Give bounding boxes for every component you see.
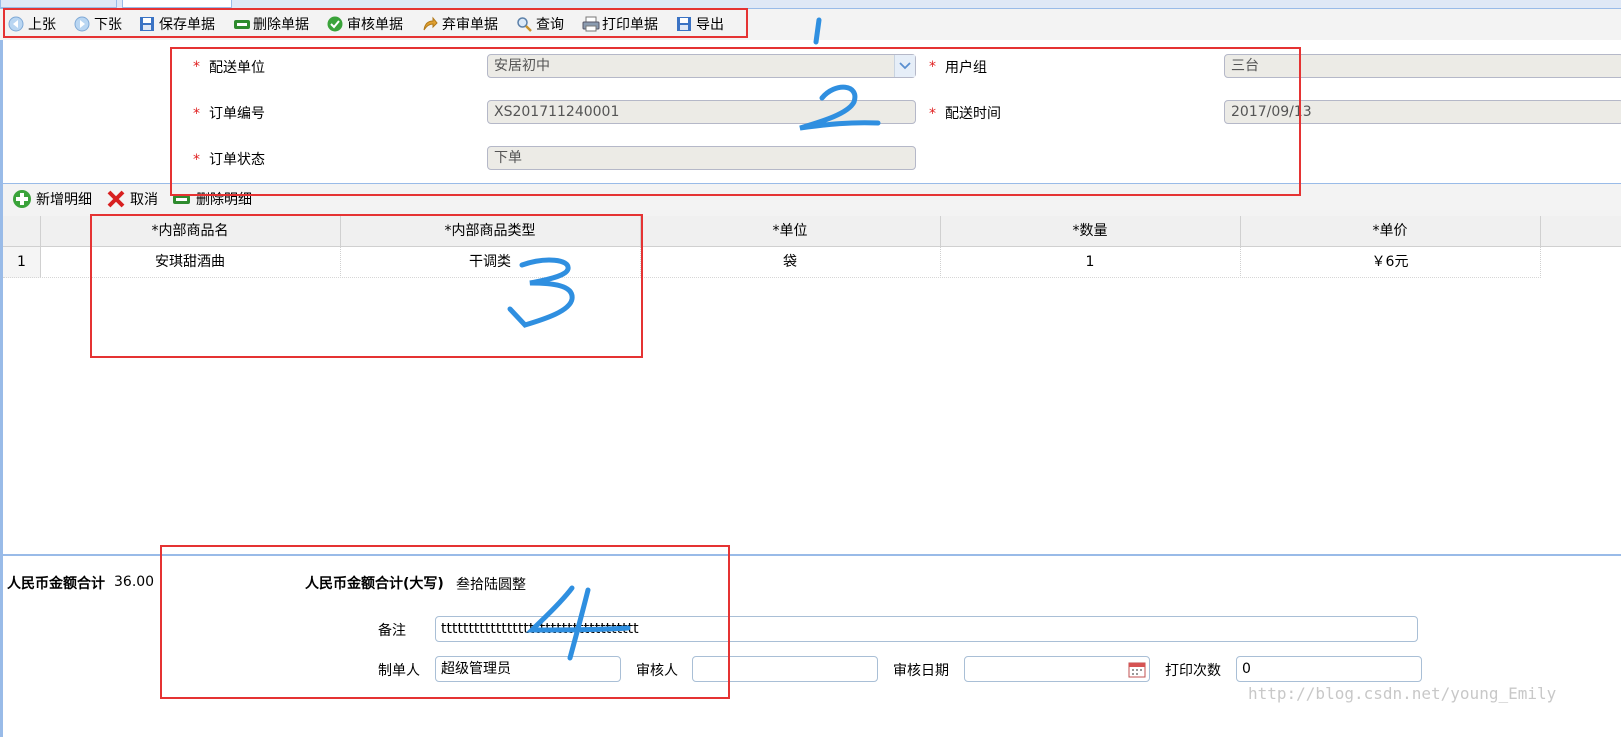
delivery-time-field[interactable]: 2017/09/13: [1224, 100, 1621, 124]
search-icon: [516, 16, 532, 32]
audit-label: 审核单据: [347, 17, 403, 33]
add-detail-button[interactable]: 新增明细: [12, 189, 92, 209]
cancel-button[interactable]: 取消: [106, 189, 158, 209]
unaudit-button[interactable]: 弃审单据: [422, 14, 498, 34]
row-number-header: [3, 216, 41, 246]
next-label: 下张: [94, 17, 122, 33]
delete-detail-label: 删除明细: [196, 192, 252, 208]
order-status-field[interactable]: 下单: [487, 146, 916, 170]
tab-inactive[interactable]: [0, 0, 117, 8]
column-header[interactable]: *单价: [1240, 216, 1541, 246]
delivery-time-label: 配送时间: [945, 106, 1001, 122]
table-cell[interactable]: ￥6元: [1240, 247, 1541, 278]
undo-icon: [422, 16, 438, 32]
user-group-label: 用户组: [945, 60, 987, 76]
export-label: 导出: [696, 17, 724, 33]
print-icon: [582, 16, 600, 32]
delete-detail-button[interactable]: 删除明细: [172, 189, 252, 209]
delete-button[interactable]: 删除单据: [233, 14, 309, 34]
required-mark: *: [929, 59, 936, 75]
reviewer-label: 审核人: [636, 663, 678, 679]
next-button[interactable]: 下张: [74, 14, 122, 34]
plus-icon: [12, 189, 32, 209]
creator-label: 制单人: [378, 663, 420, 679]
watermark: http://blog.csdn.net/young_Emily: [1248, 684, 1557, 703]
handwritten-number-1: [813, 17, 822, 45]
row-number: 1: [3, 247, 41, 278]
total-value: 36.00: [114, 574, 155, 590]
export-icon: [676, 16, 692, 32]
remark-label: 备注: [378, 623, 406, 639]
total-label: 人民币金额合计: [7, 576, 105, 592]
save-icon: [139, 16, 155, 32]
required-mark: *: [193, 59, 200, 75]
table-cell[interactable]: 干调类: [340, 247, 641, 278]
section-divider: [3, 554, 1621, 556]
unaudit-label: 弃审单据: [442, 17, 498, 33]
save-label: 保存单据: [159, 17, 215, 33]
close-icon: [106, 189, 126, 209]
prev-button[interactable]: 上张: [8, 14, 56, 34]
calendar-icon[interactable]: [1128, 660, 1146, 682]
export-button[interactable]: 导出: [676, 14, 724, 34]
tab-active[interactable]: [122, 0, 232, 8]
add-detail-label: 新增明细: [36, 192, 92, 208]
query-label: 查询: [536, 17, 564, 33]
save-button[interactable]: 保存单据: [139, 14, 215, 34]
print-count-input[interactable]: 0: [1236, 656, 1422, 682]
column-header[interactable]: *内部商品名: [40, 216, 341, 246]
review-date-label: 审核日期: [893, 663, 949, 679]
delete-icon: [233, 16, 250, 32]
column-header[interactable]: *单位: [640, 216, 941, 246]
reviewer-input[interactable]: [692, 656, 878, 682]
arrow-left-icon: [8, 16, 24, 32]
order-status-label: 订单状态: [209, 152, 265, 168]
tab-strip: [0, 0, 1621, 9]
table-cell[interactable]: 1: [940, 247, 1241, 278]
handwritten-number-2: [799, 84, 881, 131]
query-button[interactable]: 查询: [516, 14, 564, 34]
order-no-label: 订单编号: [209, 106, 265, 122]
audit-button[interactable]: 审核单据: [327, 14, 403, 34]
user-group-field[interactable]: 三台: [1224, 54, 1621, 78]
delete-label: 删除单据: [253, 17, 309, 33]
review-date-input[interactable]: [964, 656, 1150, 682]
check-icon: [327, 16, 343, 32]
column-header[interactable]: *内部商品类型: [340, 216, 641, 246]
table-cell[interactable]: 安琪甜酒曲: [40, 247, 341, 278]
required-mark: *: [929, 106, 936, 122]
delete-icon: [172, 191, 192, 207]
print-label: 打印单据: [602, 17, 658, 33]
required-mark: *: [193, 106, 200, 122]
print-button[interactable]: 打印单据: [582, 14, 658, 34]
handwritten-numbers: [799, 17, 881, 131]
print-count-label: 打印次数: [1165, 663, 1221, 679]
table-cell[interactable]: 袋: [640, 247, 941, 278]
prev-label: 上张: [28, 17, 56, 33]
required-mark: *: [193, 152, 200, 168]
total-upper-label: 人民币金额合计(大写): [305, 576, 444, 592]
delivery-unit-label: 配送单位: [209, 60, 265, 76]
total-upper-value: 叁拾陆圆整: [456, 577, 526, 593]
handwritten-number-4: [525, 585, 631, 661]
handwritten-number-3: [507, 257, 575, 328]
column-header[interactable]: *数量: [940, 216, 1241, 246]
arrow-right-icon: [74, 16, 90, 32]
cancel-label: 取消: [130, 192, 158, 208]
